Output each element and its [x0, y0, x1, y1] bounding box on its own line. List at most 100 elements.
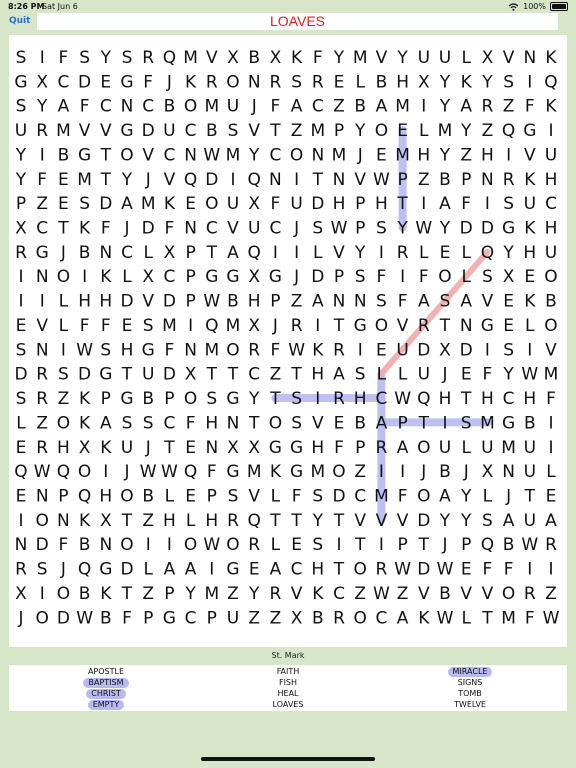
grid-letter[interactable]: I — [527, 72, 532, 92]
grid-letter[interactable]: C — [163, 145, 175, 165]
grid-letter[interactable]: W — [373, 170, 390, 190]
grid-letter[interactable]: S — [122, 48, 133, 68]
grid-letter[interactable]: U — [227, 97, 239, 117]
grid-letter[interactable]: K — [312, 584, 324, 604]
grid-letter[interactable]: V — [100, 121, 112, 141]
grid-letter[interactable]: I — [82, 267, 87, 287]
grid-letter[interactable]: M — [395, 97, 410, 117]
grid-letter[interactable]: R — [142, 48, 154, 68]
grid-letter[interactable]: C — [333, 584, 345, 604]
grid-letter[interactable]: Q — [417, 389, 430, 409]
grid-letter[interactable]: H — [99, 486, 112, 506]
grid-letter[interactable]: B — [354, 413, 366, 433]
grid-letter[interactable]: M — [226, 316, 241, 336]
grid-letter[interactable]: G — [36, 243, 49, 263]
grid-letter[interactable]: Z — [545, 584, 557, 604]
grid-letter[interactable]: L — [186, 511, 196, 531]
grid-letter[interactable]: R — [206, 72, 218, 92]
grid-letter[interactable]: W — [373, 584, 390, 604]
grid-letter[interactable]: B — [100, 608, 112, 628]
grid-letter[interactable]: L — [165, 486, 175, 506]
grid-letter[interactable]: Z — [142, 584, 154, 604]
grid-letter[interactable]: Y — [184, 584, 196, 604]
grid-letter[interactable]: T — [481, 608, 493, 628]
grid-letter[interactable]: I — [167, 535, 172, 555]
grid-letter[interactable]: X — [79, 438, 91, 458]
grid-letter[interactable]: X — [185, 365, 197, 385]
grid-letter[interactable]: W — [76, 608, 93, 628]
grid-letter[interactable]: O — [417, 438, 430, 458]
grid-letter[interactable]: R — [36, 438, 48, 458]
grid-letter[interactable]: G — [163, 608, 176, 628]
grid-letter[interactable]: K — [79, 511, 91, 531]
grid-letter[interactable]: X — [482, 48, 494, 68]
grid-letter[interactable]: I — [527, 340, 532, 360]
grid-letter[interactable]: N — [502, 462, 515, 482]
grid-letter[interactable]: W — [161, 462, 178, 482]
grid-letter[interactable]: X — [248, 194, 260, 214]
grid-letter[interactable]: V — [545, 340, 557, 360]
grid-letter[interactable]: R — [291, 316, 303, 336]
grid-letter[interactable]: R — [397, 243, 409, 263]
grid-letter[interactable]: K — [418, 608, 430, 628]
grid-letter[interactable]: S — [461, 413, 472, 433]
grid-letter[interactable]: L — [461, 243, 471, 263]
grid-letter[interactable]: L — [461, 608, 471, 628]
grid-letter[interactable]: N — [184, 340, 197, 360]
grid-letter[interactable]: K — [100, 438, 112, 458]
grid-letter[interactable]: C — [503, 389, 515, 409]
grid-letter[interactable]: M — [77, 170, 92, 190]
grid-letter[interactable]: X — [15, 584, 27, 604]
grid-letter[interactable]: L — [419, 243, 429, 263]
grid-letter[interactable]: S — [312, 219, 323, 239]
grid-letter[interactable]: L — [398, 365, 408, 385]
grid-letter[interactable]: F — [37, 170, 47, 190]
grid-letter[interactable]: U — [545, 145, 557, 165]
grid-letter[interactable]: E — [16, 438, 27, 458]
grid-letter[interactable]: Y — [460, 121, 472, 141]
grid-letter[interactable]: M — [204, 584, 219, 604]
grid-letter[interactable]: A — [270, 560, 282, 580]
grid-letter[interactable]: C — [291, 560, 303, 580]
grid-letter[interactable]: H — [121, 340, 134, 360]
grid-letter[interactable]: S — [79, 48, 90, 68]
grid-letter[interactable]: G — [78, 145, 91, 165]
grid-letter[interactable]: T — [418, 535, 430, 555]
grid-letter[interactable]: T — [269, 389, 281, 409]
grid-letter[interactable]: Z — [58, 389, 70, 409]
grid-letter[interactable]: M — [395, 145, 410, 165]
grid-letter[interactable]: A — [397, 438, 409, 458]
grid-letter[interactable]: Y — [439, 145, 451, 165]
grid-letter[interactable]: X — [248, 438, 260, 458]
grid-letter[interactable]: F — [461, 194, 471, 214]
grid-letter[interactable]: F — [271, 194, 281, 214]
grid-letter[interactable]: O — [57, 413, 70, 433]
grid-letter[interactable]: T — [269, 511, 281, 531]
grid-letter[interactable]: Y — [15, 170, 27, 190]
grid-letter[interactable]: E — [291, 535, 302, 555]
grid-letter[interactable]: C — [163, 267, 175, 287]
grid-letter[interactable]: I — [379, 535, 384, 555]
grid-letter[interactable]: D — [417, 340, 430, 360]
grid-letter[interactable]: Y — [502, 243, 514, 263]
grid-letter[interactable]: S — [228, 121, 239, 141]
grid-letter[interactable]: U — [121, 438, 133, 458]
grid-letter[interactable]: V — [142, 145, 154, 165]
grid-letter[interactable]: O — [226, 340, 239, 360]
grid-letter[interactable]: S — [58, 365, 69, 385]
grid-letter[interactable]: S — [122, 413, 133, 433]
grid-letter[interactable]: L — [313, 243, 323, 263]
grid-letter[interactable]: J — [166, 72, 172, 92]
grid-letter[interactable]: V — [206, 48, 218, 68]
grid-letter[interactable]: I — [527, 560, 532, 580]
grid-letter[interactable]: I — [294, 170, 299, 190]
grid-letter[interactable]: H — [163, 511, 176, 531]
grid-letter[interactable]: C — [163, 413, 175, 433]
grid-letter[interactable]: I — [548, 560, 553, 580]
grid-letter[interactable]: J — [60, 560, 66, 580]
grid-letter[interactable]: I — [294, 243, 299, 263]
grid-letter[interactable]: Y — [100, 48, 112, 68]
grid-letter[interactable]: N — [57, 511, 70, 531]
grid-letter[interactable]: B — [439, 170, 451, 190]
grid-letter[interactable]: V — [524, 145, 536, 165]
